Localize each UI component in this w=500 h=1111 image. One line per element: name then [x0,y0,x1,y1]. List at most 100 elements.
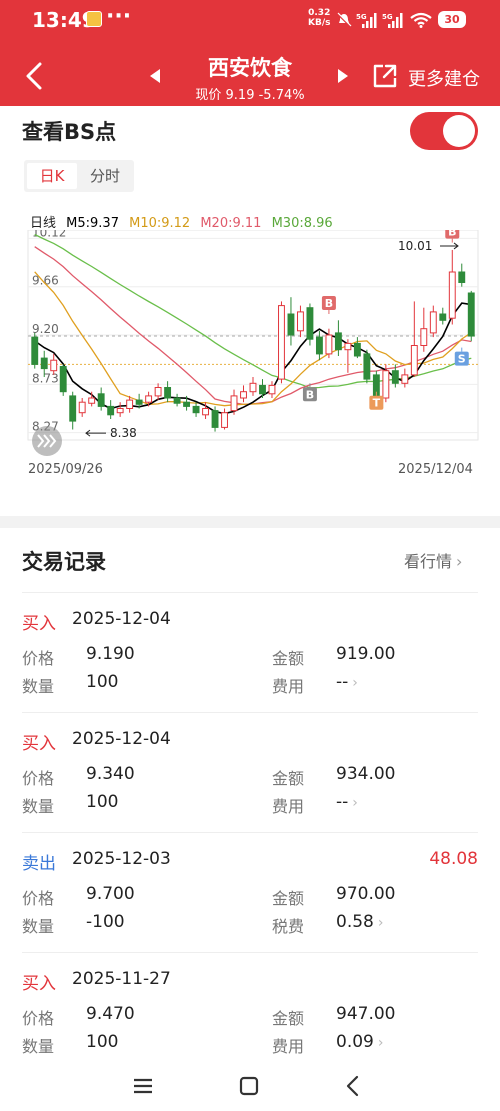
home-icon[interactable] [234,1071,264,1101]
candle-body [211,410,219,428]
trade-item[interactable]: 买入 2025-11-27 价格 9.470 金额 947.00 数量 100 … [22,952,478,1063]
trade-amount: 919.00 [336,644,396,664]
candle [116,402,124,417]
trade-type: 买入 [22,614,56,634]
ma20-value: M20:9.11 [200,216,262,231]
chevron-right-icon: › [377,915,384,931]
candle-body [173,397,181,404]
amount-label: 金额 [272,889,305,908]
candle [97,387,105,411]
price-label: 价格 [22,889,55,908]
trade-date: 2025-12-04 [72,729,171,749]
more-positions-button[interactable]: 更多建仓 [372,62,492,92]
trade-item[interactable]: 买入 2025-12-04 价格 9.190 金额 919.00 数量 100 … [22,592,478,712]
candle [467,290,475,342]
candle-body [429,311,437,334]
chevron-right-icon: › [352,795,358,811]
candle-body [410,345,418,376]
candle-body [31,336,39,365]
period-tabs: 日K 分时 [24,160,134,192]
trade-item[interactable]: 买入 2025-12-04 价格 9.340 金额 934.00 数量 100 … [22,712,478,832]
bs-marker-buy: B [445,230,460,243]
candle-body [325,334,333,355]
ma30-value: M30:8.96 [271,216,333,231]
trade-price: 9.700 [86,884,135,904]
price-label: 价格 [22,769,55,788]
trade-fee: 0.58 [336,912,374,932]
candle [297,305,304,338]
y-tick-label: 9.66 [32,274,59,288]
fee-detail[interactable]: -- › [336,672,358,692]
trade-type: 买入 [22,974,56,994]
fee-detail[interactable]: 0.09 › [336,1032,383,1052]
fee-label: 税费 [272,917,305,936]
candle [211,406,219,432]
candle [439,307,447,325]
candle-body [154,387,162,397]
bs-marker-buy: B [321,296,336,314]
trade-qty: -100 [86,912,125,932]
trade-profit: 48.08 [429,849,478,869]
marker-label: S [458,353,466,366]
candle-body [391,370,399,384]
candle [287,297,295,346]
candle-body [439,313,447,321]
nav-back-icon[interactable] [338,1071,368,1101]
nav-bar: 西安饮食 现价 9.19 -5.74% 更多建仓 [0,46,500,106]
tab-daily-k[interactable]: 日K [27,163,77,189]
back-icon[interactable] [20,58,50,94]
amount-label: 金额 [272,649,305,668]
trade-qty: 100 [86,1032,119,1052]
tab-intraday[interactable]: 分时 [80,163,130,189]
candle-body [107,405,115,416]
high-price-label: 10.01 [398,239,432,253]
candle [420,307,428,352]
y-tick-label: 8.73 [32,371,59,385]
svg-text:5G: 5G [382,13,393,21]
candle-body [50,359,58,372]
candle-body [240,391,247,399]
kline-chart[interactable]: 10.129.669.208.738.27 BBTBS 10.018.38 [0,230,500,480]
bs-toggle[interactable] [410,112,478,150]
trade-records-title: 交易记录 [22,550,106,574]
candle-body [448,271,456,319]
share-icon [373,64,397,88]
trade-fee: -- [336,792,349,812]
low-price-label: 8.38 [110,426,137,440]
candle [192,402,200,417]
menu-icon[interactable] [128,1071,158,1101]
bs-marker-t: T [369,391,384,410]
candle [221,408,228,430]
candle [69,391,77,430]
candle [230,389,238,415]
app-header: 13:49 ··· 0.32 KB/s 5G 5G 30 西安饮食 现价 9.1… [0,0,500,106]
prev-stock-icon[interactable] [148,68,162,84]
candle [173,393,181,407]
fee-detail[interactable]: 0.58 › [336,912,383,932]
candle-body [287,313,295,336]
trade-qty: 100 [86,672,119,692]
candle [353,337,361,359]
price-annotations: 10.01 8.38 [85,239,459,440]
trade-item[interactable]: 卖出 2025-12-03 48.08 价格 9.700 金额 970.00 数… [22,832,478,952]
expand-button-bg[interactable] [32,426,62,456]
candle-body [382,370,390,399]
candle-body [135,399,143,405]
qty-label: 数量 [22,677,55,696]
candle-body [126,399,134,410]
bs-points-card: 查看BS点 日K 分时 日线 M5:9.37 M10:9.12 M20:9.11… [0,106,500,516]
stock-name: 西安饮食 [208,56,292,80]
candle-body [97,393,105,407]
fee-detail[interactable]: -- › [336,792,358,812]
expand-button[interactable] [32,426,62,456]
candle-body [363,353,371,380]
candle [31,332,39,369]
candle-body [306,307,314,340]
trade-price: 9.190 [86,644,135,664]
view-quote-link[interactable]: 看行情 › [404,548,462,572]
svg-text:5G: 5G [356,13,367,21]
trade-date: 2025-11-27 [72,969,171,989]
next-stock-icon[interactable] [336,68,350,84]
candle [107,400,115,419]
qty-label: 数量 [22,1037,55,1056]
